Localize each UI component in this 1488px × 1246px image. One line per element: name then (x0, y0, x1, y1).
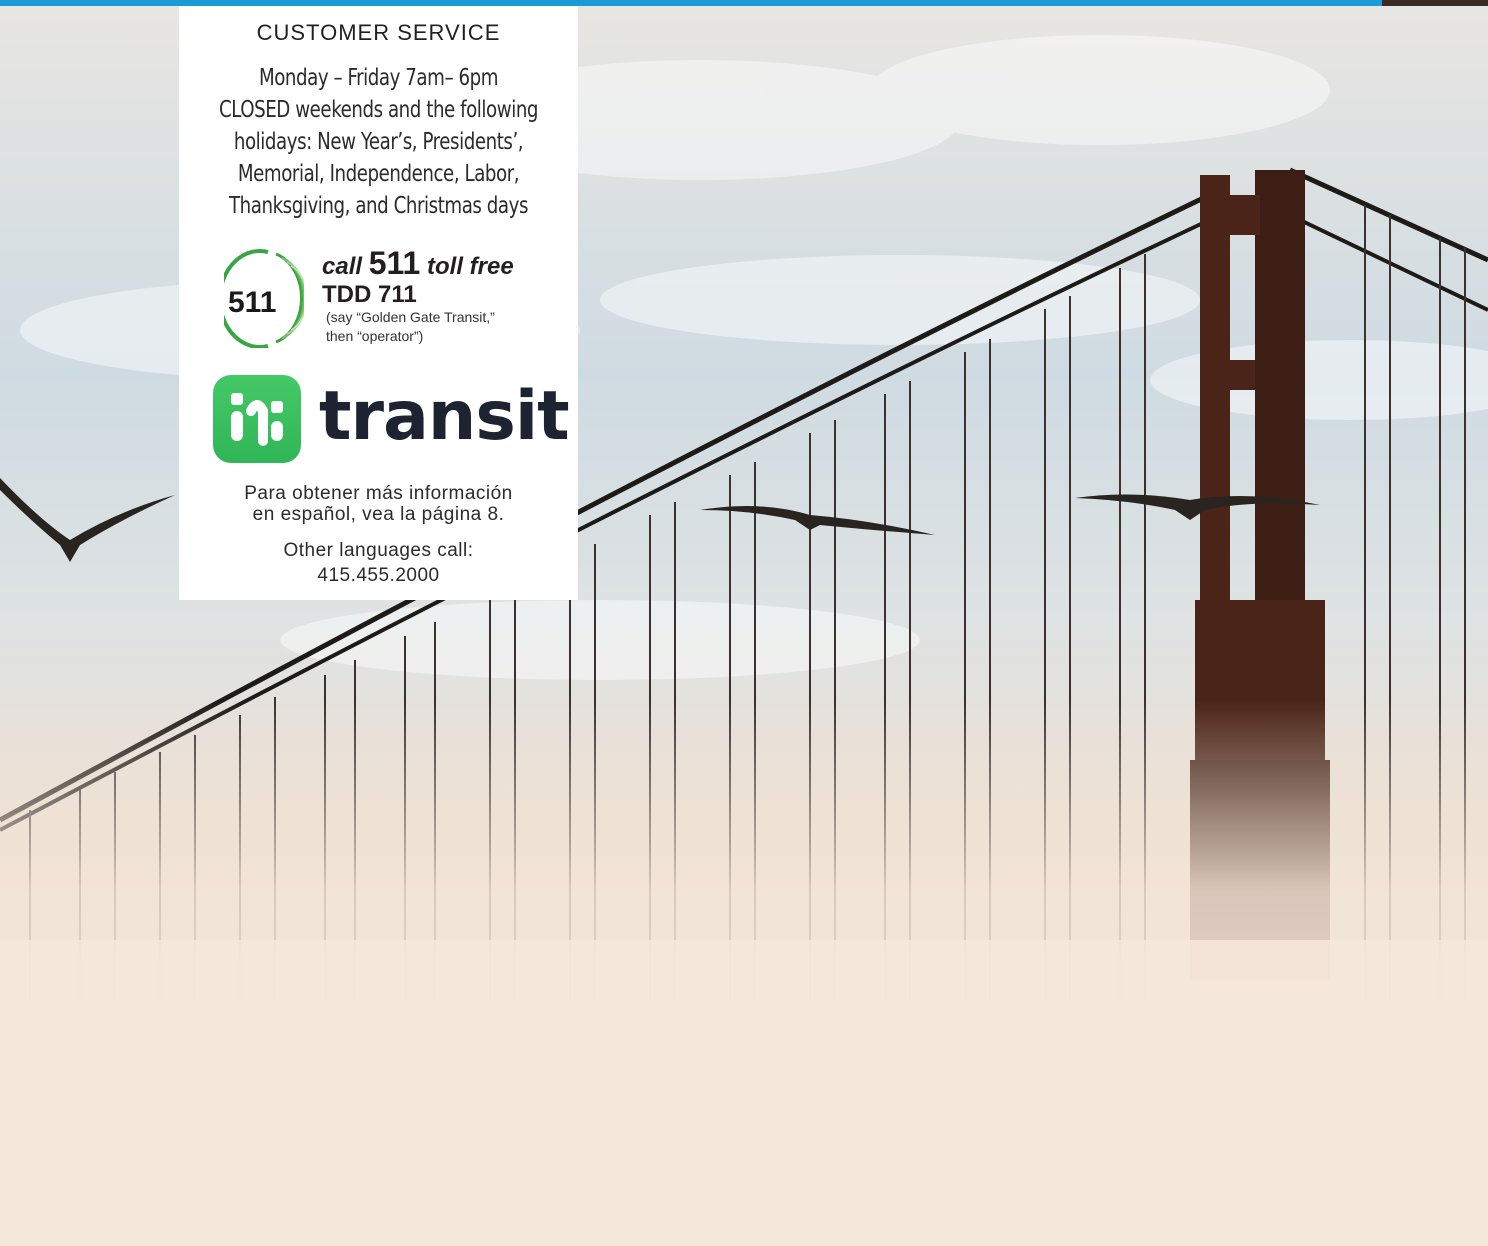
hours-line: Memorial, Independence, Labor, (237, 161, 520, 187)
spanish-line-1: Para obtener más información (244, 483, 513, 504)
call-prefix: call (322, 253, 363, 280)
hours-line: CLOSED weekends and the following (218, 97, 539, 123)
phone-contact-block: 511 call 511 toll free TDD 711 (say “Gol… (179, 246, 578, 356)
other-languages-phone[interactable]: 415.455.2000 (179, 563, 578, 588)
spanish-info: Para obtener más información en español,… (179, 483, 578, 525)
call-number[interactable]: 511 (369, 245, 421, 281)
say-instruction: (say “Golden Gate Transit,” then “operat… (326, 308, 514, 346)
511-logo-icon: 511 (224, 249, 304, 348)
customer-service-heading: CUSTOMER SERVICE (256, 20, 501, 45)
customer-service-hours: Monday – Friday 7am– 6pm CLOSED weekends… (179, 62, 578, 222)
spanish-line-2: en español, vea la página 8. (252, 504, 505, 525)
transit-app-logo[interactable]: transit (213, 373, 570, 465)
other-languages-info: Other languages call: 415.455.2000 (179, 538, 578, 588)
transit-app-icon (231, 393, 283, 446)
customer-service-panel: CUSTOMER SERVICE Monday – Friday 7am– 6p… (179, 6, 578, 600)
top-accent-bar-dark (1382, 0, 1488, 6)
transit-wordmark: transit (319, 377, 570, 456)
say-line-2: then “operator”) (326, 328, 424, 344)
511-logo-text: 511 (228, 286, 276, 319)
hours-line: Monday – Friday 7am– 6pm (258, 65, 499, 91)
hours-line: holidays: New Year’s, Presidents’, (233, 129, 524, 155)
hours-line: Thanksgiving, and Christmas days (228, 193, 529, 219)
call-511-line: call 511 toll free (322, 246, 514, 284)
tdd-number[interactable]: TDD 711 (322, 283, 514, 307)
transit-app-icon (213, 375, 301, 463)
call-info: call 511 toll free TDD 711 (say “Golden … (322, 246, 514, 346)
say-line-1: (say “Golden Gate Transit,” (326, 309, 495, 325)
call-suffix: toll free (427, 253, 514, 280)
other-languages-label: Other languages call: (283, 540, 474, 561)
